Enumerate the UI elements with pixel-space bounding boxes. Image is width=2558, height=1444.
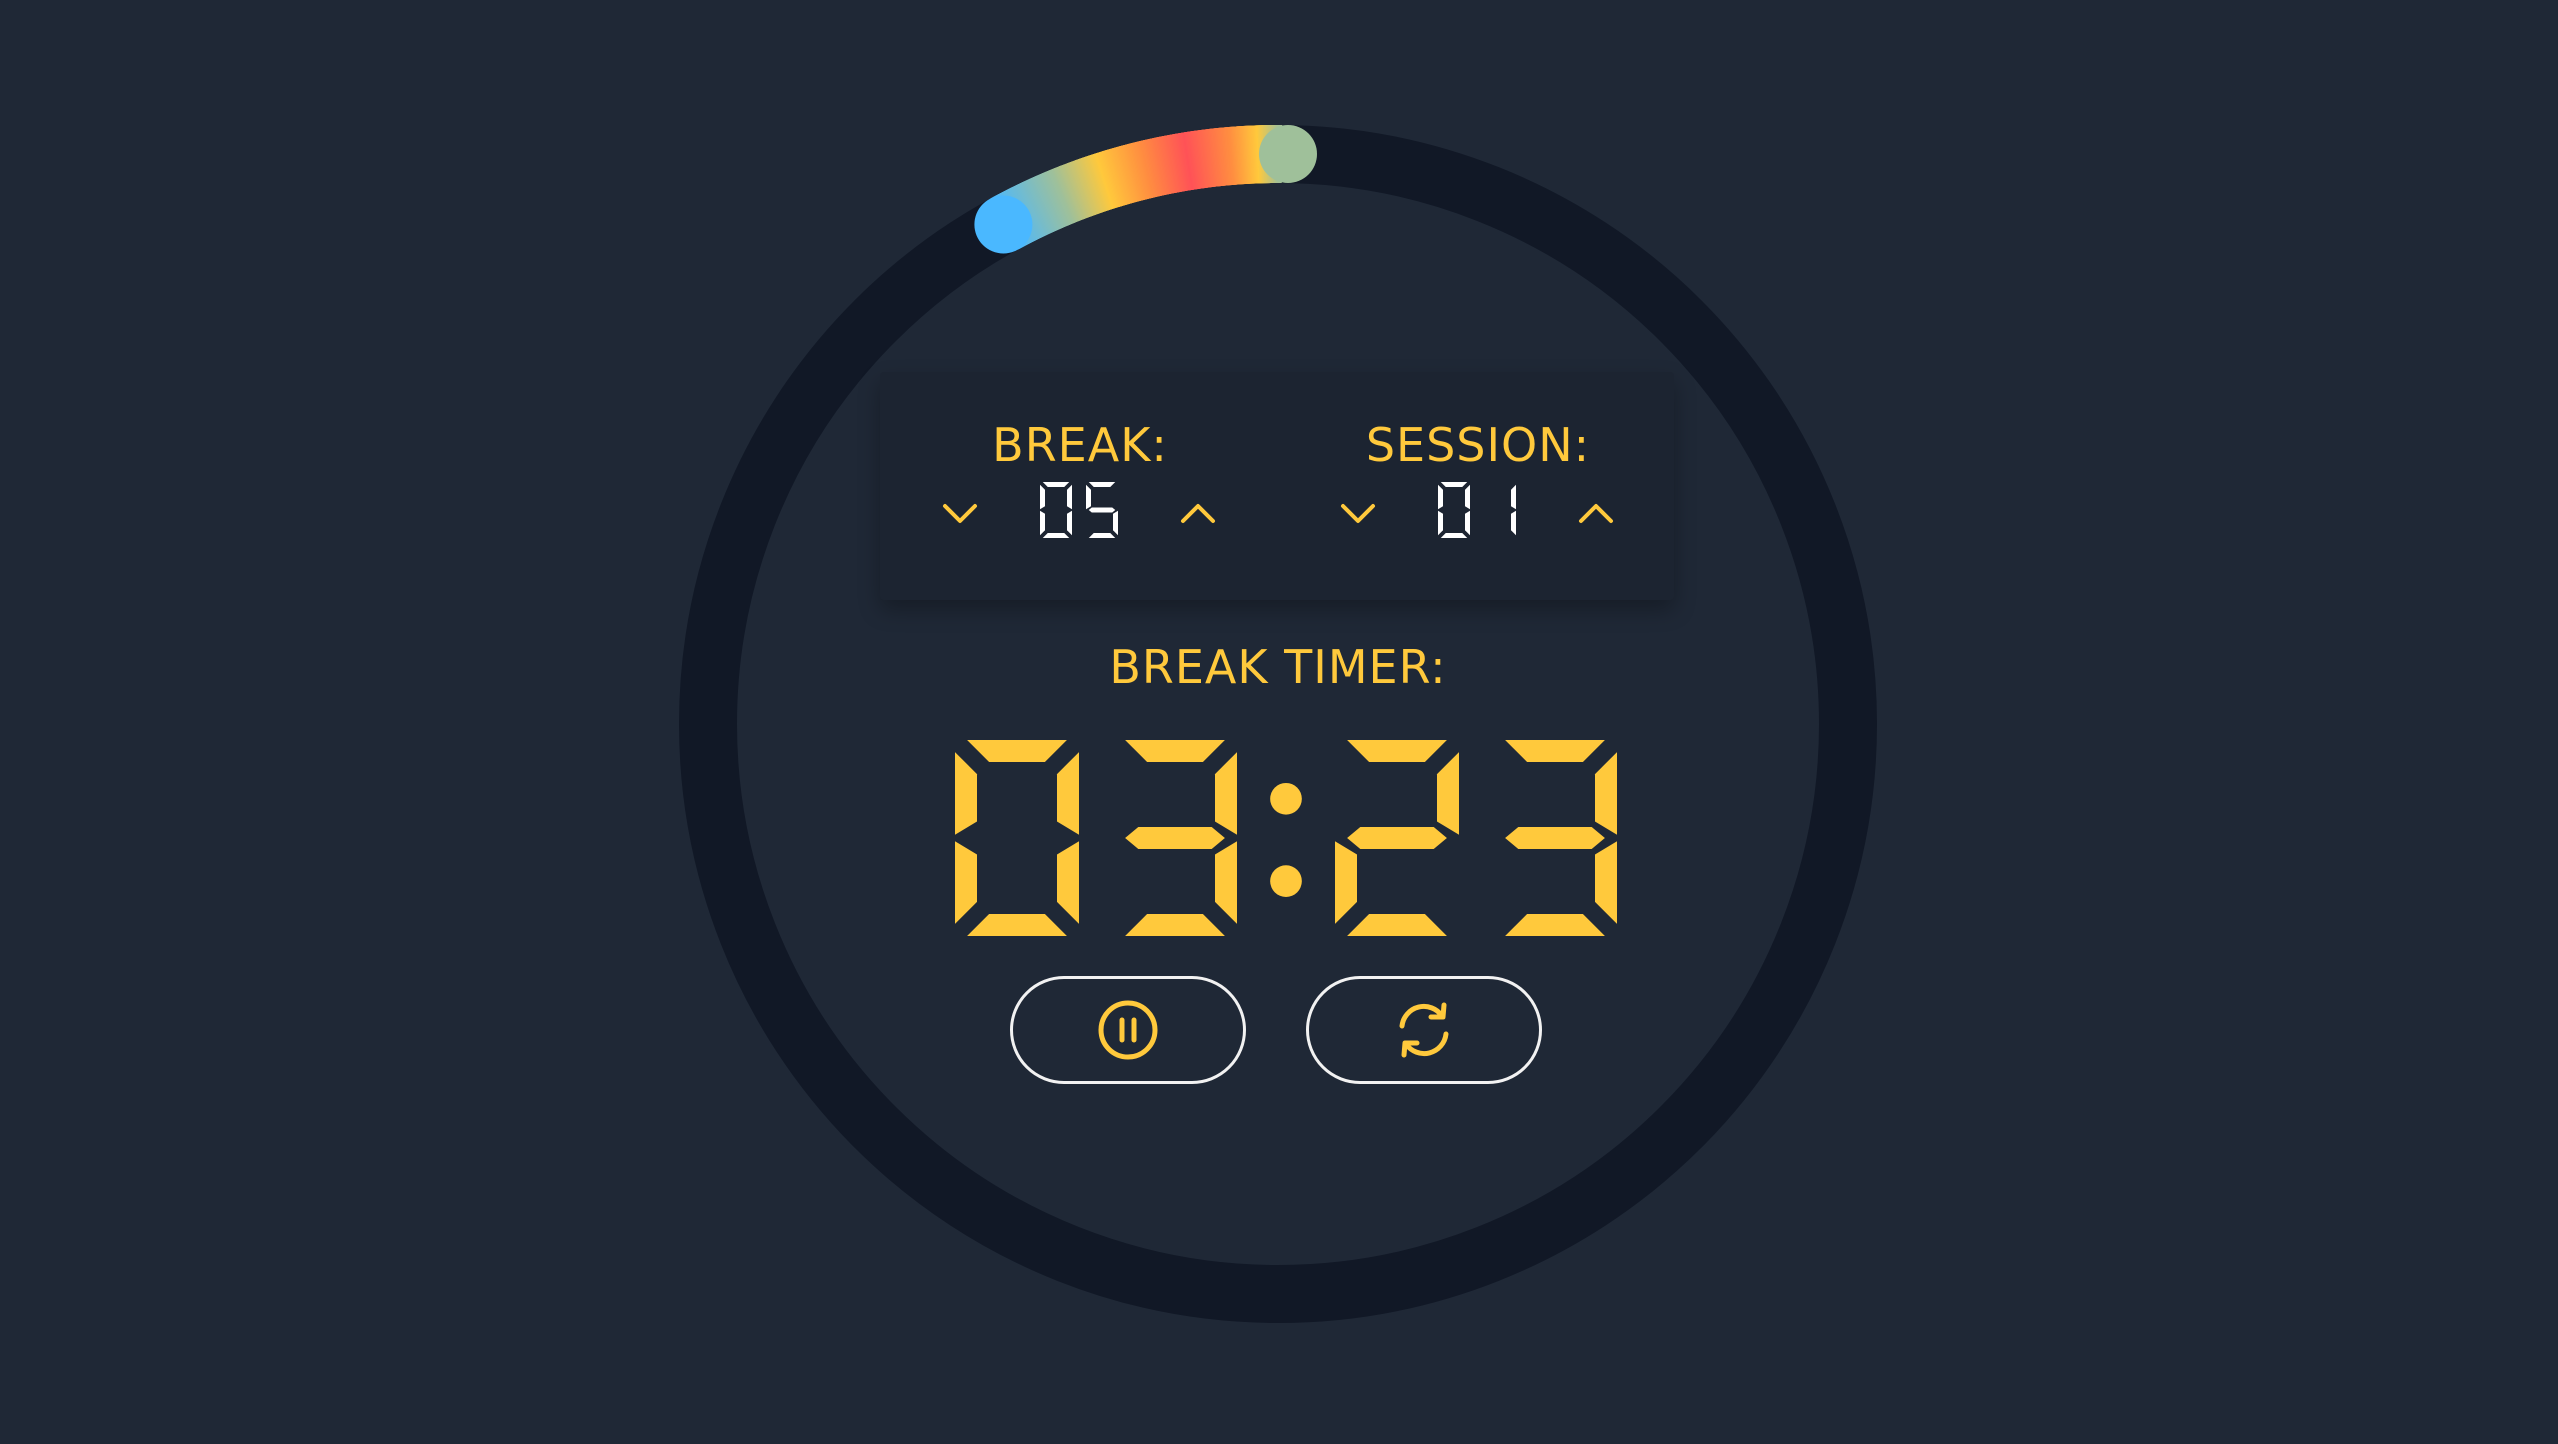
session-digit	[1511, 484, 1516, 536]
settings-panel	[880, 372, 1674, 600]
break-decrement-button[interactable]	[930, 484, 990, 544]
break-value	[1040, 482, 1118, 542]
progress-arc-cap-end	[1259, 125, 1317, 183]
chevron-up-icon	[1579, 504, 1613, 523]
timer-display	[955, 740, 1617, 940]
reset-button[interactable]	[1306, 976, 1542, 1084]
break-digit	[1086, 482, 1118, 538]
timer-digits	[955, 740, 1617, 936]
timer-digit	[1505, 740, 1617, 936]
timer-label: BREAK TIMER:	[1109, 640, 1447, 694]
chevron-down-icon	[1341, 504, 1375, 523]
progress-arc	[989, 124, 1283, 250]
pause-circle-icon	[1098, 1000, 1158, 1060]
timer-digit	[955, 740, 1079, 936]
break-digits	[1040, 482, 1118, 538]
break-increment-button[interactable]	[1168, 484, 1228, 544]
session-increment-button[interactable]	[1566, 484, 1626, 544]
session-digits	[1438, 482, 1516, 538]
progress-arc-cap-start	[974, 195, 1033, 254]
progress-track	[679, 125, 1877, 1323]
chevron-down-icon	[943, 504, 977, 523]
session-digit	[1438, 482, 1470, 538]
progress-ring	[679, 124, 1877, 1323]
break-label: BREAK:	[992, 418, 1168, 472]
session-value	[1438, 482, 1516, 542]
timer-digit	[1125, 740, 1237, 936]
pause-button[interactable]	[1010, 976, 1246, 1084]
break-digit	[1040, 482, 1072, 538]
chevron-up-icon	[1181, 504, 1215, 523]
timer-digit	[1335, 740, 1459, 936]
session-decrement-button[interactable]	[1328, 484, 1388, 544]
refresh-icon	[1399, 1002, 1449, 1058]
session-label: SESSION:	[1365, 418, 1591, 472]
timer-colon	[1270, 782, 1302, 897]
